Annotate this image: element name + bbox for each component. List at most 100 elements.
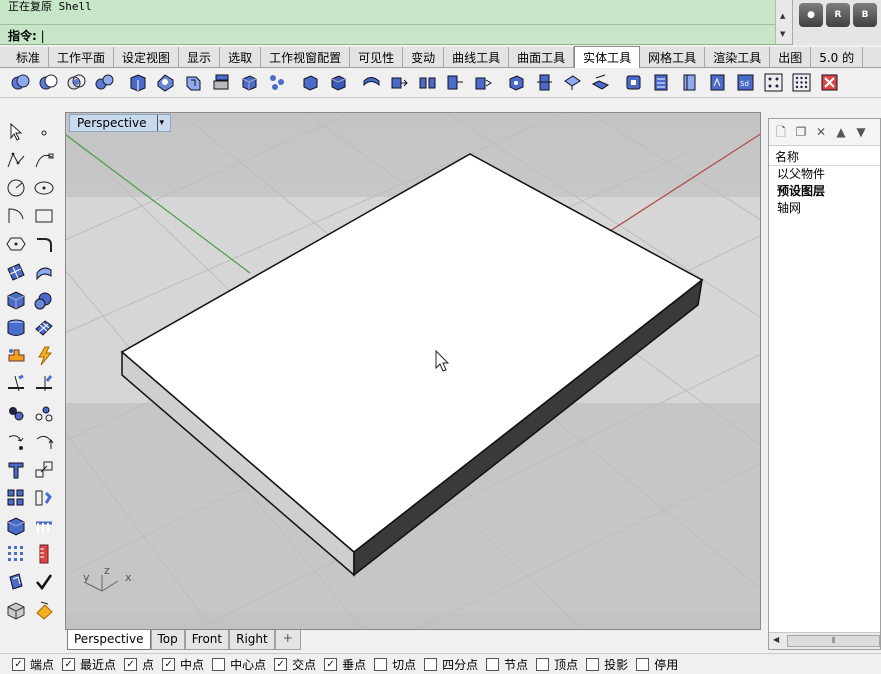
scroll-left-arrow-icon[interactable]: ◀ xyxy=(773,635,779,644)
merge-faces-icon[interactable] xyxy=(651,72,672,93)
tab-right[interactable]: Right xyxy=(229,630,275,650)
bend-solid-icon[interactable] xyxy=(590,72,611,93)
osnap-checkbox[interactable] xyxy=(212,657,226,671)
group-icon[interactable] xyxy=(5,403,27,425)
surface-from-points-icon[interactable] xyxy=(5,261,27,283)
viewport-title-button[interactable]: Perspective ▾ xyxy=(69,114,172,132)
solid-history-icon[interactable]: Sd xyxy=(735,72,756,93)
curve-icon[interactable] xyxy=(33,149,55,171)
tab-mesh-tools[interactable]: 网格工具 xyxy=(640,47,706,67)
command-line[interactable]: 指令: | xyxy=(0,24,775,44)
fillet-curves-icon[interactable] xyxy=(33,233,55,255)
point-icon[interactable] xyxy=(33,121,55,143)
render-r-icon[interactable]: R xyxy=(826,3,850,27)
tab-curve-tools[interactable]: 曲线工具 xyxy=(444,47,510,67)
grid-points-icon[interactable] xyxy=(791,72,812,93)
box-outline-icon[interactable] xyxy=(5,599,27,621)
add-viewport-tab-button[interactable]: + xyxy=(274,630,301,650)
text-object-icon[interactable] xyxy=(5,459,27,481)
create-solid-icon[interactable] xyxy=(623,72,644,93)
delete-icon[interactable] xyxy=(819,72,840,93)
osnap-checkbox[interactable]: ✓ xyxy=(62,657,76,671)
chamfer-edge-icon[interactable] xyxy=(328,72,349,93)
osnap-perpendicular[interactable]: ✓ 垂点 xyxy=(324,656,366,673)
polyline-icon[interactable] xyxy=(5,149,27,171)
tab-front[interactable]: Front xyxy=(184,630,230,650)
offset-surface-icon[interactable] xyxy=(389,72,410,93)
osnap-checkbox[interactable] xyxy=(536,657,550,671)
osnap-quad[interactable]: 四分点 xyxy=(424,656,478,673)
scrollbar-thumb[interactable]: ⦀ xyxy=(787,635,880,647)
ruler-icon[interactable] xyxy=(33,543,55,565)
pipe-icon[interactable] xyxy=(506,72,527,93)
layers-horizontal-scrollbar[interactable]: ◀ ⦀ xyxy=(769,632,880,649)
osnap-checkbox[interactable] xyxy=(486,657,500,671)
arc-icon[interactable] xyxy=(5,205,27,227)
solid-box-left-icon[interactable] xyxy=(5,289,27,311)
delete-layer-icon[interactable]: ✕ xyxy=(813,124,829,140)
solid-cube-icon[interactable] xyxy=(5,515,27,537)
perspective-viewport[interactable]: y z x Perspective ▾ xyxy=(65,112,761,630)
osnap-checkbox[interactable]: ✓ xyxy=(162,657,176,671)
osnap-checkbox[interactable]: ✓ xyxy=(12,657,25,671)
render-preview-icon[interactable]: ● xyxy=(799,3,823,27)
render-b-icon[interactable]: B xyxy=(853,3,877,27)
puzzle-tools-icon[interactable] xyxy=(5,345,27,367)
osnap-checkbox[interactable] xyxy=(424,657,438,671)
tab-standard[interactable]: 标准 xyxy=(8,47,50,67)
extract-surface-icon[interactable] xyxy=(127,72,148,93)
new-layer-icon[interactable]: 🗋 xyxy=(773,124,789,140)
command-input[interactable]: | xyxy=(41,29,45,43)
render-lightning-icon[interactable] xyxy=(33,345,55,367)
viewport-menu-dropdown-icon[interactable]: ▾ xyxy=(156,115,164,131)
osnap-near[interactable]: ✓ 最近点 xyxy=(62,656,116,673)
polygon-icon[interactable] xyxy=(5,233,27,255)
osnap-tangent[interactable]: 切点 xyxy=(374,656,416,673)
tab-surface-tools[interactable]: 曲面工具 xyxy=(509,47,575,67)
extrude-face-icon[interactable] xyxy=(183,72,204,93)
tab-set-view[interactable]: 设定视图 xyxy=(114,47,180,67)
boolean-intersection-icon[interactable] xyxy=(66,72,87,93)
tab-top[interactable]: Top xyxy=(150,630,185,650)
osnap-intersection[interactable]: ✓ 交点 xyxy=(274,656,316,673)
osnap-checkbox[interactable] xyxy=(374,657,388,671)
move-layer-down-icon[interactable]: ▼ xyxy=(853,124,869,140)
select-arrow-icon[interactable] xyxy=(5,121,27,143)
dimension-icon[interactable] xyxy=(33,515,55,537)
osnap-checkbox[interactable] xyxy=(586,657,600,671)
ellipse-icon[interactable] xyxy=(33,177,55,199)
solid-box-icon[interactable] xyxy=(239,72,260,93)
boolean-union-icon[interactable] xyxy=(10,72,31,93)
tab-render-tools[interactable]: 渲染工具 xyxy=(705,47,771,67)
command-history-scrollbar[interactable]: ▲ ▼ xyxy=(775,0,792,44)
extrude-slab-icon[interactable] xyxy=(534,72,555,93)
array-points-icon[interactable] xyxy=(763,72,784,93)
scroll-down-arrow-icon[interactable]: ▼ xyxy=(780,30,785,38)
tab-cplanes[interactable]: 工作平面 xyxy=(49,47,115,67)
layer-item[interactable]: 轴网 xyxy=(769,200,880,217)
rectangle-icon[interactable] xyxy=(33,205,55,227)
tab-select[interactable]: 选取 xyxy=(220,47,262,67)
cylinder-icon[interactable] xyxy=(5,317,27,339)
boolean-difference-icon[interactable] xyxy=(38,72,59,93)
check-icon[interactable] xyxy=(33,571,55,593)
osnap-center[interactable]: 中心点 xyxy=(212,656,266,673)
tab-visibility[interactable]: 可见性 xyxy=(350,47,404,67)
mirror-icon[interactable] xyxy=(33,487,55,509)
mesh-plane-icon[interactable] xyxy=(33,317,55,339)
osnap-checkbox[interactable]: ✓ xyxy=(324,657,338,671)
solid-sphere-icon[interactable] xyxy=(33,289,55,311)
shell-icon[interactable] xyxy=(361,72,382,93)
circle-icon[interactable] xyxy=(5,177,27,199)
osnap-mid[interactable]: ✓ 中点 xyxy=(162,656,204,673)
trim-icon[interactable] xyxy=(5,373,27,395)
wire-cut-icon[interactable] xyxy=(473,72,494,93)
move-layer-up-icon[interactable]: ▲ xyxy=(833,124,849,140)
tab-display[interactable]: 显示 xyxy=(179,47,221,67)
osnap-point[interactable]: ✓ 点 xyxy=(124,656,154,673)
extrude-curve-icon[interactable] xyxy=(33,261,55,283)
rotate-icon[interactable] xyxy=(33,431,55,453)
layer-item[interactable]: 以父物件 xyxy=(769,166,880,183)
fillet-edge-icon[interactable] xyxy=(300,72,321,93)
move-face-icon[interactable] xyxy=(211,72,232,93)
